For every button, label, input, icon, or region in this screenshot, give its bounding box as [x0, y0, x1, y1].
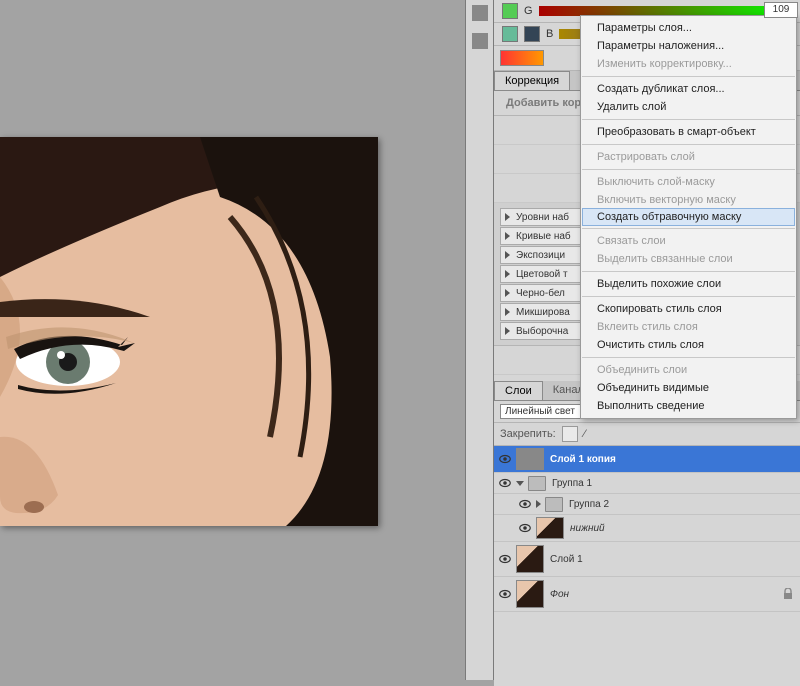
triangle-icon: [502, 26, 518, 42]
menu-separator: [582, 271, 795, 272]
expand-icon: [505, 213, 510, 221]
layer-name[interactable]: Группа 1: [550, 478, 592, 489]
canvas-area: [0, 0, 465, 680]
menu-paste-style: Вклеить стиль слоя: [581, 318, 796, 336]
menu-disable-mask: Выключить слой-маску: [581, 173, 796, 191]
lock-transparent-icon[interactable]: [562, 426, 578, 442]
menu-flatten[interactable]: Выполнить сведение: [581, 397, 796, 415]
tab-corrections[interactable]: Коррекция: [494, 71, 570, 90]
layer-name[interactable]: Слой 1: [548, 554, 583, 565]
preset-label: Экспозици: [516, 250, 565, 261]
menu-duplicate-layer[interactable]: Создать дубликат слоя...: [581, 80, 796, 98]
menu-merge-layers: Объединить слои: [581, 361, 796, 379]
menu-rasterize: Растрировать слой: [581, 148, 796, 166]
menu-separator: [582, 357, 795, 358]
layer-name[interactable]: Слой 1 копия: [548, 454, 616, 465]
visibility-icon[interactable]: [498, 587, 512, 601]
layer-row-background[interactable]: Фон: [494, 577, 800, 612]
preset-label: Уровни наб: [516, 212, 569, 223]
menu-link-layers: Связать слои: [581, 232, 796, 250]
visibility-icon[interactable]: [518, 521, 532, 535]
lock-label: Закрепить:: [500, 428, 556, 440]
layer-thumb[interactable]: [516, 545, 544, 573]
menu-separator: [582, 228, 795, 229]
visibility-icon[interactable]: [498, 452, 512, 466]
menu-select-similar[interactable]: Выделить похожие слои: [581, 275, 796, 293]
menu-layer-options[interactable]: Параметры слоя...: [581, 19, 796, 37]
expand-icon: [505, 232, 510, 240]
layers-list: Слой 1 копия Группа 1 Группа 2 нижний Сл…: [494, 446, 800, 686]
layer-row[interactable]: Слой 1: [494, 542, 800, 577]
menu-enable-vector-mask: Включить векторную маску: [581, 191, 796, 209]
menu-clear-style[interactable]: Очистить стиль слоя: [581, 336, 796, 354]
expand-icon[interactable]: [536, 500, 541, 508]
portrait-image: [0, 137, 378, 526]
gradient-swatch[interactable]: [500, 50, 544, 66]
layer-row-selected[interactable]: Слой 1 копия: [494, 446, 800, 473]
expand-icon: [505, 289, 510, 297]
preset-label: Кривые наб: [516, 231, 571, 242]
menu-blend-options[interactable]: Параметры наложения...: [581, 37, 796, 55]
g-value-input[interactable]: 109: [764, 2, 798, 18]
lock-icon: [782, 588, 794, 600]
visibility-icon[interactable]: [498, 552, 512, 566]
preset-label: Выборочна: [516, 326, 568, 337]
layer-name[interactable]: Фон: [548, 589, 569, 600]
menu-separator: [582, 144, 795, 145]
dock-icon[interactable]: [472, 33, 488, 49]
layer-context-menu: Параметры слоя... Параметры наложения...…: [580, 15, 797, 419]
layer-name[interactable]: Группа 2: [567, 499, 609, 510]
layer-name[interactable]: нижний: [568, 523, 605, 534]
menu-create-clipping-mask[interactable]: Создать обтравочную маску: [582, 208, 795, 226]
document-canvas[interactable]: [0, 137, 378, 526]
menu-separator: [582, 119, 795, 120]
folder-icon: [528, 476, 546, 491]
g-label: G: [524, 5, 533, 17]
layer-thumb[interactable]: [536, 517, 564, 539]
lock-brush-icon[interactable]: ⁄: [584, 428, 586, 440]
expand-icon: [505, 251, 510, 259]
layer-thumb[interactable]: [516, 580, 544, 608]
lock-row: Закрепить: ⁄: [494, 423, 800, 446]
menu-separator: [582, 296, 795, 297]
layer-group-row[interactable]: Группа 2: [494, 494, 800, 515]
b-label: B: [546, 28, 553, 40]
expand-icon: [505, 308, 510, 316]
preset-label: Черно-бел: [516, 288, 565, 299]
g-chip: [502, 3, 518, 19]
layer-thumb[interactable]: [516, 448, 544, 470]
menu-merge-visible[interactable]: Объединить видимые: [581, 379, 796, 397]
menu-select-linked: Выделить связанные слои: [581, 250, 796, 268]
square-icon: [524, 26, 540, 42]
preset-label: Микширова: [516, 307, 570, 318]
menu-delete-layer[interactable]: Удалить слой: [581, 98, 796, 116]
menu-copy-style[interactable]: Скопировать стиль слоя: [581, 300, 796, 318]
menu-separator: [582, 76, 795, 77]
folder-icon: [545, 497, 563, 512]
menu-edit-adjustment: Изменить корректировку...: [581, 55, 796, 73]
expand-icon: [505, 327, 510, 335]
tab-layers[interactable]: Слои: [494, 381, 543, 400]
visibility-icon[interactable]: [498, 476, 512, 490]
visibility-icon[interactable]: [518, 497, 532, 511]
expand-icon: [505, 270, 510, 278]
dock-icon[interactable]: [472, 5, 488, 21]
collapse-icon[interactable]: [516, 481, 524, 486]
menu-separator: [582, 169, 795, 170]
preset-label: Цветовой т: [516, 269, 568, 280]
layer-row[interactable]: нижний: [494, 515, 800, 542]
menu-convert-smart-object[interactable]: Преобразовать в смарт-объект: [581, 123, 796, 141]
layer-group-row[interactable]: Группа 1: [494, 473, 800, 494]
collapsed-dock: [465, 0, 494, 680]
